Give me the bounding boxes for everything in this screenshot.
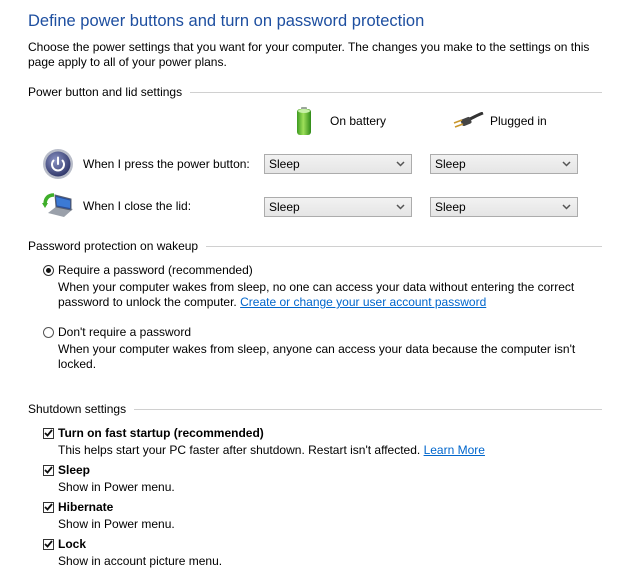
column-header-plugged-in: Plugged in <box>452 112 547 130</box>
section-divider <box>134 408 602 410</box>
chevron-down-icon <box>562 161 571 167</box>
power-section-title: Power button and lid settings <box>28 85 183 99</box>
column-label: Plugged in <box>490 114 547 128</box>
power-button-row: When I press the power button: <box>42 148 250 180</box>
lock-description: Show in account picture menu. <box>58 554 223 568</box>
select-value: Sleep <box>435 157 466 171</box>
hibernate-checkbox[interactable] <box>43 501 54 513</box>
lock-checkbox-row[interactable]: Lock <box>43 537 86 551</box>
chevron-down-icon <box>562 204 571 210</box>
require-password-description: When your computer wakes from sleep, no … <box>58 280 575 309</box>
radio-label: Don't require a password <box>58 325 192 339</box>
fast-startup-checkbox-row[interactable]: Turn on fast startup (recommended) <box>43 426 264 440</box>
checkmark-icon <box>44 540 53 548</box>
power-button-icon <box>43 149 73 179</box>
require-password-radio[interactable]: Require a password (recommended) <box>43 263 253 277</box>
power-plug-icon <box>453 112 484 128</box>
power-button-on-battery-select[interactable]: Sleep <box>264 154 412 174</box>
select-value: Sleep <box>435 200 466 214</box>
shutdown-section-title: Shutdown settings <box>28 402 127 416</box>
lock-checkbox[interactable] <box>43 538 54 550</box>
fast-startup-checkbox[interactable] <box>43 427 54 439</box>
section-divider <box>190 91 602 93</box>
battery-icon <box>297 107 311 135</box>
dont-require-password-radio[interactable]: Don't require a password <box>43 325 191 339</box>
sleep-description: Show in Power menu. <box>58 480 175 494</box>
hibernate-description: Show in Power menu. <box>58 517 175 531</box>
hibernate-checkbox-row[interactable]: Hibernate <box>43 500 113 514</box>
checkbox-label: Turn on fast startup (recommended) <box>58 426 264 440</box>
column-header-on-battery: On battery <box>296 106 386 136</box>
dont-require-password-description: When your computer wakes from sleep, any… <box>58 342 576 371</box>
laptop-lid-icon <box>42 193 73 217</box>
password-section-header: Password protection on wakeup <box>28 238 602 254</box>
shutdown-section-header: Shutdown settings <box>28 401 602 417</box>
radio-label: Require a password (recommended) <box>58 263 253 277</box>
checkbox-label: Hibernate <box>58 500 114 514</box>
checkbox-label: Sleep <box>58 463 91 477</box>
chevron-down-icon <box>396 204 405 210</box>
lid-plugged-in-select[interactable]: Sleep <box>430 197 578 217</box>
lid-label: When I close the lid: <box>83 199 192 213</box>
fast-startup-description: This helps start your PC faster after sh… <box>58 443 485 457</box>
checkmark-icon <box>44 503 53 511</box>
learn-more-link[interactable]: Learn More <box>424 443 485 457</box>
chevron-down-icon <box>396 161 405 167</box>
checkbox-label: Lock <box>58 537 87 551</box>
column-label: On battery <box>330 114 387 128</box>
page-title: Define power buttons and turn on passwor… <box>28 12 425 30</box>
radio-button-checked[interactable] <box>43 264 54 276</box>
checkmark-icon <box>44 429 53 437</box>
radio-button-unchecked[interactable] <box>43 326 54 338</box>
lid-row: When I close the lid: <box>42 191 191 221</box>
lid-on-battery-select[interactable]: Sleep <box>264 197 412 217</box>
power-button-label: When I press the power button: <box>83 157 250 171</box>
section-divider <box>206 245 602 247</box>
power-button-plugged-in-select[interactable]: Sleep <box>430 154 578 174</box>
page-intro: Choose the power settings that you want … <box>28 40 590 69</box>
select-value: Sleep <box>269 157 300 171</box>
power-section-header: Power button and lid settings <box>28 84 602 100</box>
create-password-link[interactable]: Create or change your user account passw… <box>240 295 486 309</box>
sleep-checkbox[interactable] <box>43 464 54 476</box>
checkmark-icon <box>44 466 53 474</box>
select-value: Sleep <box>269 200 300 214</box>
password-section-title: Password protection on wakeup <box>28 239 199 253</box>
sleep-checkbox-row[interactable]: Sleep <box>43 463 90 477</box>
